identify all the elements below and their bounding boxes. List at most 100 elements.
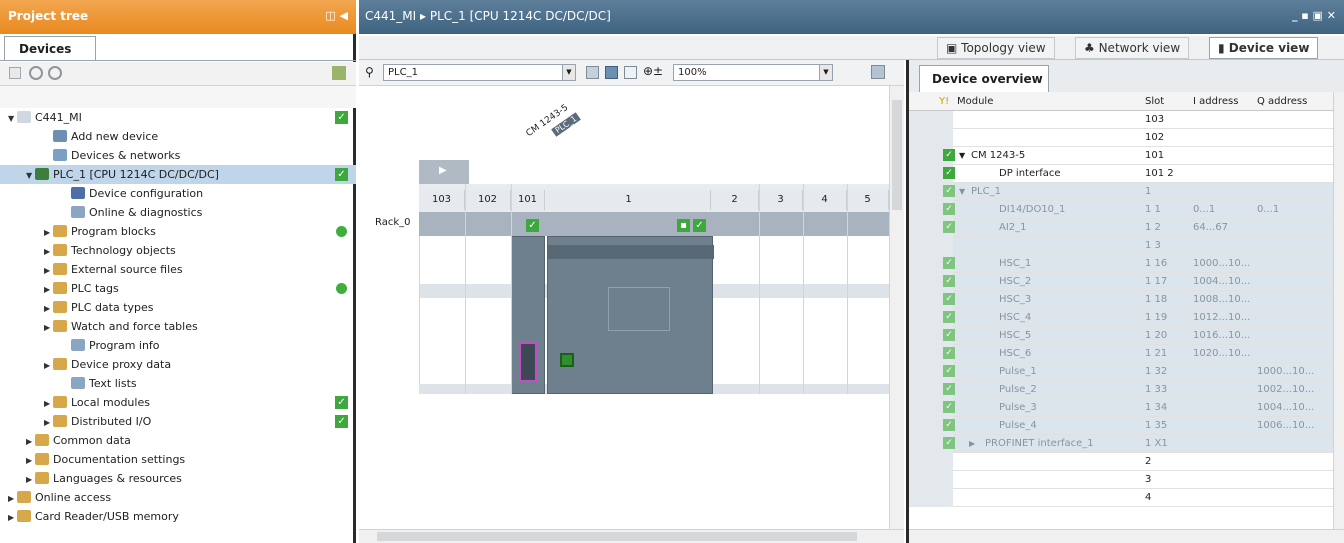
table-row[interactable]: ✓ DP interface 101 2 <box>909 165 1333 183</box>
scroll-thumb[interactable] <box>377 532 857 541</box>
table-row[interactable]: ✓ HSC_4 1 19 1012...10... <box>909 309 1333 327</box>
horizontal-scrollbar[interactable] <box>359 529 904 543</box>
device-tool-icon[interactable]: ⚲ <box>365 65 374 79</box>
table-row[interactable]: 2 <box>909 453 1333 471</box>
tree-item[interactable]: ▶ PLC data types <box>0 298 356 317</box>
expand-arrow-icon[interactable]: ▶ <box>44 280 53 299</box>
expand-arrow-icon[interactable]: ▶ <box>44 299 53 318</box>
new-window-icon[interactable] <box>9 67 21 79</box>
expand-arrow-icon[interactable]: ▶ <box>8 489 17 508</box>
table-icon[interactable] <box>586 66 599 79</box>
expand-arrow-icon[interactable]: ▶ <box>26 470 35 489</box>
expand-arrow-icon[interactable]: ▶ <box>44 261 53 280</box>
table-row[interactable]: 3 <box>909 471 1333 489</box>
table-row[interactable]: 1 3 <box>909 237 1333 255</box>
table-row[interactable]: 4 <box>909 489 1333 507</box>
tree-item[interactable]: Device configuration <box>0 184 356 203</box>
expand-arrow-icon[interactable]: ▼ <box>959 147 965 165</box>
tree-item[interactable]: ▶ External source files <box>0 260 356 279</box>
rack-expand-arrow[interactable]: ▶ <box>419 160 469 184</box>
tree-item[interactable]: Devices & networks <box>0 146 356 165</box>
device-canvas[interactable]: CM 1243-5 PLC_1 ▶ 103 102 101 1 2 3 4 5 Rack_0 … <box>359 86 889 529</box>
tree-item[interactable]: ▶ Common data <box>0 431 356 450</box>
table-row[interactable]: ✓ HSC_6 1 21 1020...10... <box>909 345 1333 363</box>
tree-item[interactable]: Add new device <box>0 127 356 146</box>
expand-arrow-icon[interactable]: ▶ <box>44 356 53 375</box>
table-row[interactable]: 103 <box>909 111 1333 129</box>
profinet-port[interactable] <box>560 353 574 367</box>
table-row[interactable]: ✓ ▼ PLC_1 1 <box>909 183 1333 201</box>
back-icon[interactable] <box>29 66 43 80</box>
network-view-button[interactable]: ♣ Network view <box>1075 37 1190 59</box>
overview-horizontal-scrollbar[interactable] <box>909 529 1344 543</box>
tree-item[interactable]: ▶ Distributed I/O ✓ <box>0 412 356 431</box>
table-row[interactable]: ✓ Pulse_3 1 34 1004...10... <box>909 399 1333 417</box>
tree-item[interactable]: ▼ C441_MI ✓ <box>0 108 356 127</box>
expand-arrow-icon[interactable]: ▶ <box>8 508 17 527</box>
expand-arrow-icon[interactable]: ▶ <box>26 432 35 451</box>
collapse-panel-icon[interactable]: ◫ ◀ <box>325 9 348 22</box>
chevron-down-icon[interactable]: ▼ <box>562 65 575 80</box>
col-module[interactable]: Module <box>957 92 993 111</box>
tree-item[interactable]: ▶ Online access <box>0 488 356 507</box>
vertical-scrollbar[interactable] <box>889 86 904 529</box>
tree-settings-icon[interactable] <box>332 66 346 80</box>
expand-arrow-icon[interactable]: ▼ <box>959 183 965 201</box>
tree-item[interactable]: ▶ Languages & resources <box>0 469 356 488</box>
tree-item[interactable]: ▶ Watch and force tables <box>0 317 356 336</box>
tree-item[interactable]: ▼ PLC_1 [CPU 1214C DC/DC/DC] ✓ <box>0 165 356 184</box>
tree-item[interactable]: Text lists <box>0 374 356 393</box>
table-row[interactable]: ✓ HSC_5 1 20 1016...10... <box>909 327 1333 345</box>
table-row[interactable]: ✓ HSC_3 1 18 1008...10... <box>909 291 1333 309</box>
tree-item[interactable]: ▶ Documentation settings <box>0 450 356 469</box>
tree-item[interactable]: ▶ PLC tags <box>0 279 356 298</box>
tree-item[interactable]: Program info <box>0 336 356 355</box>
tab-device-overview[interactable]: Device overview <box>919 65 1049 92</box>
expand-arrow-icon[interactable]: ▼ <box>26 166 35 185</box>
table-row[interactable]: ✓ ▶ PROFINET interface_1 1 X1 <box>909 435 1333 453</box>
tree-item[interactable]: ▶ Program blocks <box>0 222 356 241</box>
overview-vertical-scrollbar[interactable] <box>1333 92 1344 529</box>
tree-item[interactable]: ▶ Device proxy data <box>0 355 356 374</box>
table-row[interactable]: 102 <box>909 129 1333 147</box>
grid-icon[interactable] <box>624 66 637 79</box>
table-row[interactable]: ✓ Pulse_2 1 33 1002...10... <box>909 381 1333 399</box>
col-iaddress[interactable]: I address <box>1193 92 1238 111</box>
zoom-selector[interactable]: 100% ▼ <box>673 64 833 81</box>
scroll-thumb[interactable] <box>892 100 902 210</box>
table-row[interactable]: ✓ Pulse_4 1 35 1006...10... <box>909 417 1333 435</box>
device-view-button[interactable]: ▮ Device view <box>1209 37 1319 59</box>
tree-item[interactable]: ▶ Local modules ✓ <box>0 393 356 412</box>
col-slot[interactable]: Slot <box>1145 92 1164 111</box>
topology-view-button[interactable]: ▣ Topology view <box>937 37 1055 59</box>
expand-arrow-icon[interactable]: ▶ <box>44 242 53 261</box>
dp-port[interactable] <box>519 342 537 382</box>
module-cm-1243-5[interactable] <box>511 236 545 394</box>
table-row[interactable]: ✓ ▼ CM 1243-5 101 <box>909 147 1333 165</box>
tree-item[interactable]: ▶ Card Reader/USB memory <box>0 507 356 526</box>
expand-arrow-icon[interactable]: ▶ <box>44 223 53 242</box>
table-row[interactable]: ✓ HSC_2 1 17 1004...10... <box>909 273 1333 291</box>
forward-icon[interactable] <box>48 66 62 80</box>
tab-devices[interactable]: Devices <box>4 36 96 61</box>
device-selector[interactable]: PLC_1 ▼ <box>383 64 576 81</box>
expand-arrow-icon[interactable]: ▶ <box>969 435 975 453</box>
col-qaddress[interactable]: Q address <box>1257 92 1307 111</box>
module-cpu-1214c[interactable] <box>547 236 714 394</box>
expand-arrow-icon[interactable]: ▶ <box>44 318 53 337</box>
expand-arrow-icon[interactable]: ▼ <box>8 109 17 128</box>
table-row[interactable]: ✓ AI2_1 1 2 64...67 <box>909 219 1333 237</box>
window-controls-icon[interactable]: _ ▪ ▣ ✕ <box>1292 9 1336 22</box>
overview-icon[interactable] <box>871 65 885 79</box>
table-row[interactable]: ✓ Pulse_1 1 32 1000...10... <box>909 363 1333 381</box>
expand-arrow-icon[interactable]: ▶ <box>26 451 35 470</box>
tree-item[interactable]: ▶ Technology objects <box>0 241 356 260</box>
tree-item[interactable]: Online & diagnostics <box>0 203 356 222</box>
table-row[interactable]: ✓ HSC_1 1 16 1000...10... <box>909 255 1333 273</box>
expand-arrow-icon[interactable]: ▶ <box>44 394 53 413</box>
label-icon[interactable] <box>605 66 618 79</box>
expand-arrow-icon[interactable]: ▶ <box>44 413 53 432</box>
table-row[interactable]: ✓ DI14/DO10_1 1 1 0...1 0...1 <box>909 201 1333 219</box>
zoom-icon[interactable]: ⊕± <box>643 64 663 78</box>
chevron-down-icon[interactable]: ▼ <box>819 65 832 80</box>
